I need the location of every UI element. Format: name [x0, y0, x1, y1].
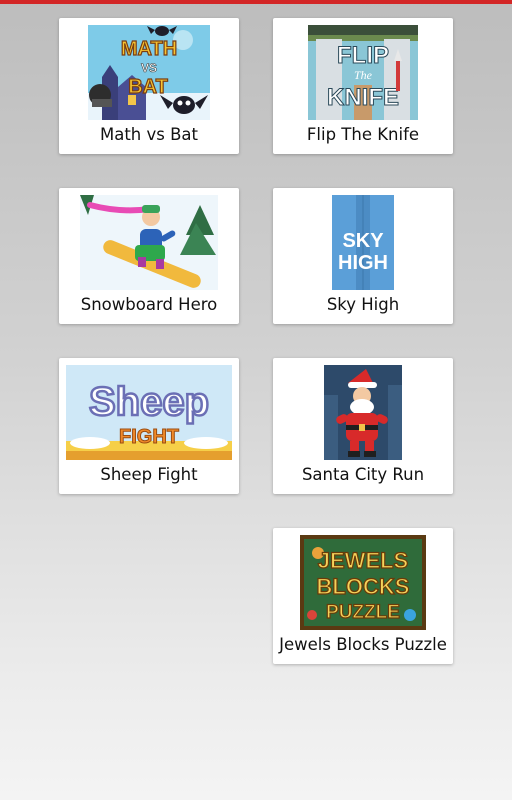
svg-text:FLIP: FLIP [337, 42, 389, 69]
game-title[interactable]: Sheep Fight [59, 464, 239, 486]
game-title[interactable]: Flip The Knife [273, 124, 453, 146]
game-card-snowboard-hero[interactable]: Snowboard Hero [59, 188, 239, 324]
santa-city-run-thumbnail [324, 365, 402, 460]
game-card-sheep-fight[interactable]: Sheep FIGHT Sheep Fight [59, 358, 239, 494]
svg-text:BLOCKS: BLOCKS [317, 574, 410, 599]
game-title[interactable]: Santa City Run [273, 464, 453, 486]
svg-text:MATH: MATH [121, 38, 177, 60]
jewels-blocks-puzzle-thumbnail: JEWELS BLOCKS PUZZLE [300, 535, 426, 630]
game-card-sky-high[interactable]: SKY HIGH Sky High [273, 188, 453, 324]
top-accent-bar [0, 0, 512, 4]
svg-text:KNIFE: KNIFE [327, 84, 399, 111]
svg-text:PUZZLE: PUZZLE [326, 602, 400, 623]
svg-text:BAT: BAT [128, 76, 168, 98]
snowboard-hero-thumbnail [80, 195, 218, 290]
math-vs-bat-thumbnail: MATH VS BAT [88, 25, 210, 120]
game-card-jewels-blocks-puzzle[interactable]: JEWELS BLOCKS PUZZLE Jewels Blocks Puzzl… [273, 528, 453, 664]
flip-the-knife-thumbnail: FLIP The KNIFE [308, 25, 418, 120]
game-card-math-vs-bat[interactable]: MATH VS BAT Math vs Bat [59, 18, 239, 154]
svg-text:VS: VS [141, 61, 157, 75]
svg-text:Sheep: Sheep [89, 380, 209, 424]
svg-text:JEWELS: JEWELS [318, 548, 408, 573]
svg-text:SKY: SKY [342, 230, 384, 252]
game-title[interactable]: Math vs Bat [59, 124, 239, 146]
sheep-fight-thumbnail: Sheep FIGHT [66, 365, 232, 460]
game-card-santa-city-run[interactable]: Santa City Run [273, 358, 453, 494]
game-title[interactable]: Sky High [273, 294, 453, 316]
game-title[interactable]: Snowboard Hero [59, 294, 239, 316]
svg-text:HIGH: HIGH [338, 252, 388, 274]
game-title[interactable]: Jewels Blocks Puzzle [273, 634, 453, 656]
sky-high-thumbnail: SKY HIGH [332, 195, 394, 290]
game-card-flip-the-knife[interactable]: FLIP The KNIFE Flip The Knife [273, 18, 453, 154]
svg-text:The: The [354, 68, 373, 82]
svg-text:FIGHT: FIGHT [119, 426, 179, 448]
